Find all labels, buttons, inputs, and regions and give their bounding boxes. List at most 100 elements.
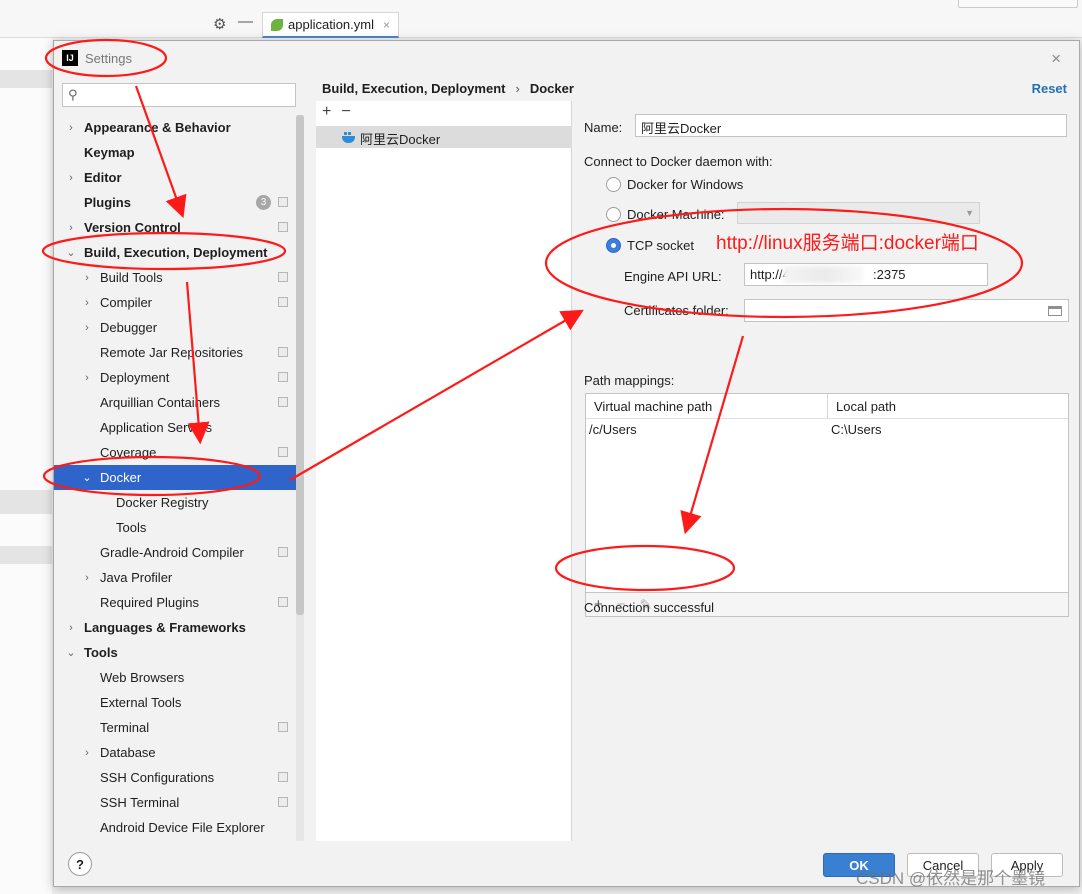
settings-search[interactable]: ⚲ [62, 83, 296, 107]
radio-indicator [606, 238, 621, 253]
search-icon: ⚲ [68, 87, 78, 102]
dialog-titlebar[interactable]: IJ Settings × [54, 41, 1079, 75]
chevron-right-icon[interactable]: › [82, 297, 92, 309]
tree-item-label: Compiler [100, 295, 153, 310]
tree-item[interactable]: › Debugger [54, 315, 304, 340]
tab-close-icon[interactable]: × [383, 18, 390, 32]
tree-item-label: Build Tools [100, 270, 163, 285]
docker-settings-form: Name: 阿里云Docker Connect to Docker daemon… [572, 101, 1080, 841]
chevron-down-icon[interactable]: ⌄ [66, 646, 76, 659]
radio-docker-for-windows[interactable]: Docker for Windows [606, 177, 743, 192]
tree-item[interactable]: ⌄ Build, Execution, Deployment [54, 240, 304, 265]
tree-item[interactable]: Required Plugins [54, 590, 304, 615]
breadcrumb-parent[interactable]: Build, Execution, Deployment [322, 81, 505, 96]
chevron-right-icon[interactable]: › [82, 572, 92, 584]
ide-stripe [0, 546, 52, 564]
tree-item-label: Java Profiler [100, 570, 173, 585]
chevron-down-icon[interactable]: ⌄ [66, 246, 76, 259]
tree-item[interactable]: Coverage [54, 440, 304, 465]
tree-item-label: External Tools [100, 695, 182, 710]
run-config-selector[interactable] [958, 0, 1078, 8]
close-icon[interactable]: × [1051, 49, 1061, 69]
help-button[interactable]: ? [68, 852, 92, 876]
tree-item[interactable]: › Languages & Frameworks [54, 615, 304, 640]
tree-item[interactable]: Gradle-Android Compiler [54, 540, 304, 565]
tree-item[interactable]: Plugins 3 [54, 190, 304, 215]
tree-item-label: Gradle-Android Compiler [100, 545, 244, 560]
folder-icon[interactable] [1048, 306, 1062, 316]
reset-link[interactable]: Reset [1032, 81, 1067, 96]
tree-item[interactable]: Terminal [54, 715, 304, 740]
cell-local-path: C:\Users [831, 422, 882, 437]
tree-item[interactable]: Arquillian Containers [54, 390, 304, 415]
tree-item[interactable]: › Compiler [54, 290, 304, 315]
tree-item[interactable]: › Version Control [54, 215, 304, 240]
tree-item[interactable]: › Deployment [54, 365, 304, 390]
tree-item[interactable]: › Build Tools [54, 265, 304, 290]
tree-item[interactable]: Docker Registry [54, 490, 304, 515]
chevron-right-icon[interactable]: › [66, 222, 76, 234]
tree-item[interactable]: SSH Terminal [54, 790, 304, 815]
tree-item[interactable]: Remote Jar Repositories [54, 340, 304, 365]
chevron-right-icon[interactable]: › [66, 172, 76, 184]
tree-item[interactable]: ⌄ Docker [54, 465, 304, 490]
search-input[interactable] [85, 86, 285, 104]
gear-icon[interactable]: ⚙ [213, 15, 226, 33]
api-url-field[interactable]: http://4 :2375 [744, 263, 988, 286]
cell-vm-path: /c/Users [589, 422, 637, 437]
tree-item[interactable]: › Editor [54, 165, 304, 190]
radio-docker-machine[interactable]: Docker Machine: [606, 207, 725, 222]
radio-label: TCP socket [627, 238, 694, 253]
tree-item-label: Tools [116, 520, 147, 535]
chevron-down-icon[interactable]: ⌄ [82, 471, 92, 484]
tree-item[interactable]: ⌄ Tools [54, 640, 304, 665]
table-header: Virtual machine path Local path [586, 394, 1068, 419]
name-field[interactable]: 阿里云Docker [635, 114, 1067, 137]
path-mappings-table: Virtual machine path Local path /c/Users… [585, 393, 1069, 593]
connect-label: Connect to Docker daemon with: [584, 154, 773, 169]
add-server-button[interactable]: + [322, 103, 331, 121]
cert-folder-field[interactable] [744, 299, 1069, 322]
docker-icon [342, 131, 355, 143]
tree-item[interactable]: › Appearance & Behavior [54, 115, 304, 140]
editor-tab[interactable]: application.yml × [262, 12, 400, 38]
name-label: Name: [584, 120, 623, 135]
chevron-right-icon[interactable]: › [82, 747, 92, 759]
column-header-vm-path[interactable]: Virtual machine path [594, 399, 712, 414]
tree-item-label: Coverage [100, 445, 157, 460]
radio-indicator [606, 177, 621, 192]
tree-item[interactable]: Android Device File Explorer [54, 815, 304, 840]
remove-server-button[interactable]: − [341, 103, 350, 121]
project-level-icon [278, 597, 288, 607]
tree-item-label: Required Plugins [100, 595, 200, 610]
chevron-right-icon[interactable]: › [82, 372, 92, 384]
docker-machine-select[interactable]: ▼ [737, 202, 980, 224]
tree-item-label: Appearance & Behavior [84, 120, 231, 135]
column-header-local-path[interactable]: Local path [836, 399, 896, 414]
scrollbar-thumb[interactable] [296, 115, 304, 615]
tree-item[interactable]: Keymap [54, 140, 304, 165]
tree-item[interactable]: › Database [54, 740, 304, 765]
tree-item[interactable]: › Java Profiler [54, 565, 304, 590]
project-level-icon [278, 772, 288, 782]
tree-item[interactable]: Tools [54, 515, 304, 540]
tree-item-label: Docker Registry [116, 495, 209, 510]
chevron-right-icon[interactable]: › [66, 122, 76, 134]
settings-dialog: IJ Settings × ⚲ › Appearance & Behavior Ke… [53, 40, 1080, 887]
tree-item-label: Languages & Frameworks [84, 620, 246, 635]
radio-tcp-socket[interactable]: TCP socket [606, 238, 694, 253]
minimize-icon[interactable]: — [238, 13, 253, 30]
project-level-icon [278, 447, 288, 457]
tree-scrollbar[interactable] [296, 115, 304, 841]
update-count-badge: 3 [256, 195, 271, 210]
chevron-right-icon[interactable]: › [82, 272, 92, 284]
chevron-right-icon[interactable]: › [66, 622, 76, 634]
tree-item[interactable]: Web Browsers [54, 665, 304, 690]
chevron-right-icon[interactable]: › [82, 322, 92, 334]
tree-item[interactable]: Application Servers [54, 415, 304, 440]
project-level-icon [278, 272, 288, 282]
tree-item-label: Tools [84, 645, 118, 660]
tree-item[interactable]: External Tools [54, 690, 304, 715]
server-list-item[interactable]: 阿里云Docker [316, 126, 572, 148]
tree-item[interactable]: SSH Configurations [54, 765, 304, 790]
